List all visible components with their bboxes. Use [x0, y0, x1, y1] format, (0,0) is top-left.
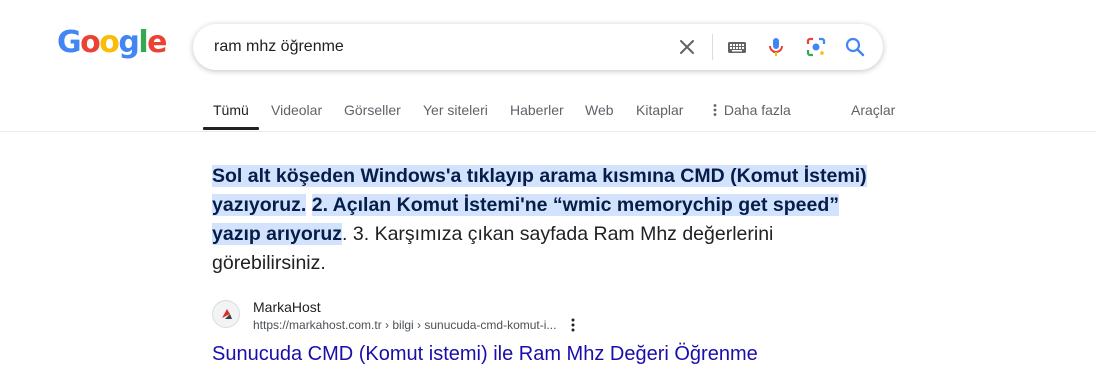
- snippet-space: [306, 194, 311, 216]
- logo-letter: G: [57, 25, 82, 60]
- close-icon[interactable]: [675, 35, 699, 59]
- search-icon[interactable]: [843, 35, 867, 59]
- site-url[interactable]: https://markahost.com.tr › bilgi › sunuc…: [253, 318, 556, 332]
- search-divider: [712, 34, 713, 60]
- logo-letter: l: [138, 25, 148, 60]
- logo-letter: o: [99, 25, 120, 60]
- more-vert-icon: [713, 104, 717, 116]
- tab-videos[interactable]: Videolar: [271, 102, 322, 118]
- tab-places[interactable]: Yer siteleri: [423, 102, 488, 118]
- tab-web[interactable]: Web: [585, 102, 614, 118]
- logo-letter: e: [147, 25, 167, 60]
- search-box[interactable]: ram mhz öğrenme: [193, 24, 883, 70]
- result-title-link[interactable]: Sunucuda CMD (Komut istemi) ile Ram Mhz …: [212, 342, 758, 366]
- tab-news[interactable]: Haberler: [510, 102, 564, 118]
- tab-all[interactable]: Tümü: [213, 102, 249, 118]
- tabs-divider: [0, 131, 1096, 132]
- tab-books[interactable]: Kitaplar: [636, 102, 683, 118]
- keyboard-icon[interactable]: [725, 35, 749, 59]
- site-name[interactable]: MarkaHost: [253, 298, 321, 316]
- site-favicon[interactable]: [212, 300, 240, 328]
- markahost-logo-icon: [222, 309, 232, 319]
- logo-letter: o: [80, 25, 101, 60]
- google-logo[interactable]: Google: [57, 25, 168, 60]
- logo-letter: g: [118, 25, 139, 60]
- search-tabs: Tümü Videolar Görseller Yer siteleri Hab…: [0, 88, 1096, 132]
- featured-snippet: Sol alt köşeden Windows'a tıklayıp arama…: [212, 162, 872, 278]
- google-lens-icon[interactable]: [804, 35, 828, 59]
- tools-button[interactable]: Araçlar: [851, 102, 895, 118]
- active-tab-indicator: [203, 127, 259, 130]
- tab-more-label: Daha fazla: [723, 102, 791, 118]
- tab-more[interactable]: Daha fazla: [710, 102, 791, 118]
- microphone-icon[interactable]: [764, 35, 788, 59]
- search-input[interactable]: ram mhz öğrenme: [214, 37, 344, 57]
- more-options-icon[interactable]: [565, 317, 581, 333]
- tab-images[interactable]: Görseller: [344, 102, 401, 118]
